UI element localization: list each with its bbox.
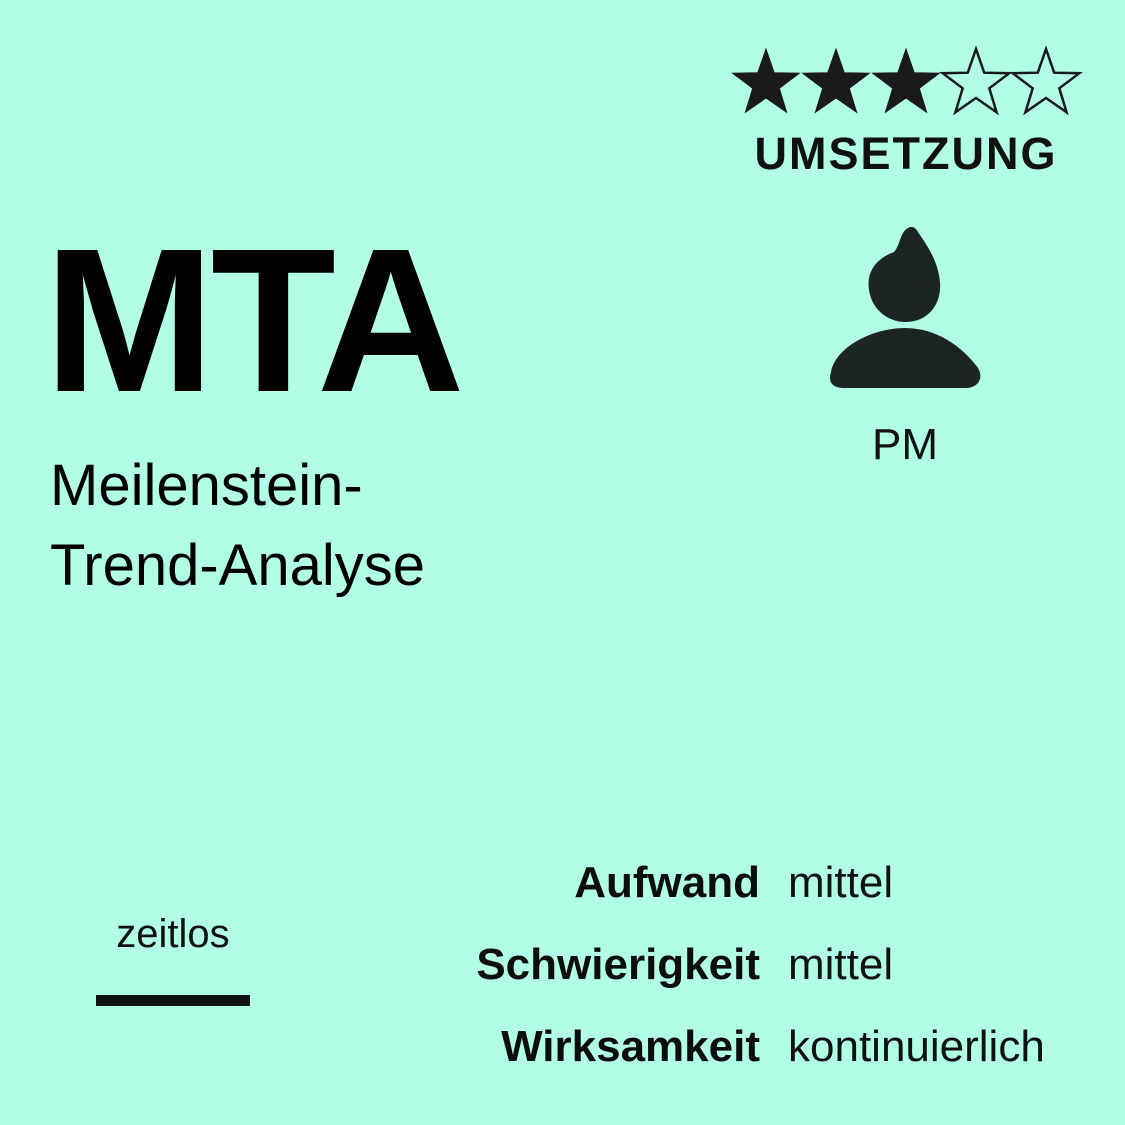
method-full-name-line-2: Trend-Analyse (50, 533, 426, 598)
metric-value: mittel (788, 858, 894, 907)
metric-value: kontinuierlich (788, 1022, 1045, 1071)
timeframe-underline (96, 995, 250, 1006)
metric-row-effectiveness: Wirksamkeit kontinuierlich (380, 1022, 1100, 1104)
metric-row-effort: Aufwand mittel (380, 858, 1100, 940)
role-label: PM (872, 420, 938, 469)
category-label: UMSETZUNG (754, 128, 1058, 179)
metrics-table: Aufwand mittel Schwierigkeit mittel Wirk… (380, 858, 1100, 1104)
metric-label: Aufwand (574, 858, 760, 907)
metric-value: mittel (788, 940, 894, 989)
method-full-name-line-1: Meilenstein- (50, 453, 363, 518)
metric-label: Wirksamkeit (501, 1022, 760, 1071)
star-filled-icon (731, 47, 801, 114)
star-empty-icon (939, 45, 1013, 116)
method-abbreviation: MTA (44, 206, 465, 435)
star-rating-graphic (731, 45, 1083, 116)
star-filled-icon (871, 47, 941, 114)
method-full-name: Meilenstein- Trend-Analyse (50, 446, 610, 606)
metric-label: Schwierigkeit (476, 940, 760, 989)
star-empty-icon (1009, 45, 1083, 116)
star-filled-icon (801, 47, 871, 114)
star-rating (728, 44, 1083, 124)
metric-row-difficulty: Schwierigkeit mittel (380, 940, 1100, 1022)
person-icon (826, 222, 984, 394)
timeframe-label: zeitlos (116, 912, 230, 956)
method-card: UMSETZUNG MTA Meilenstein- Trend-Analyse… (0, 0, 1125, 1125)
